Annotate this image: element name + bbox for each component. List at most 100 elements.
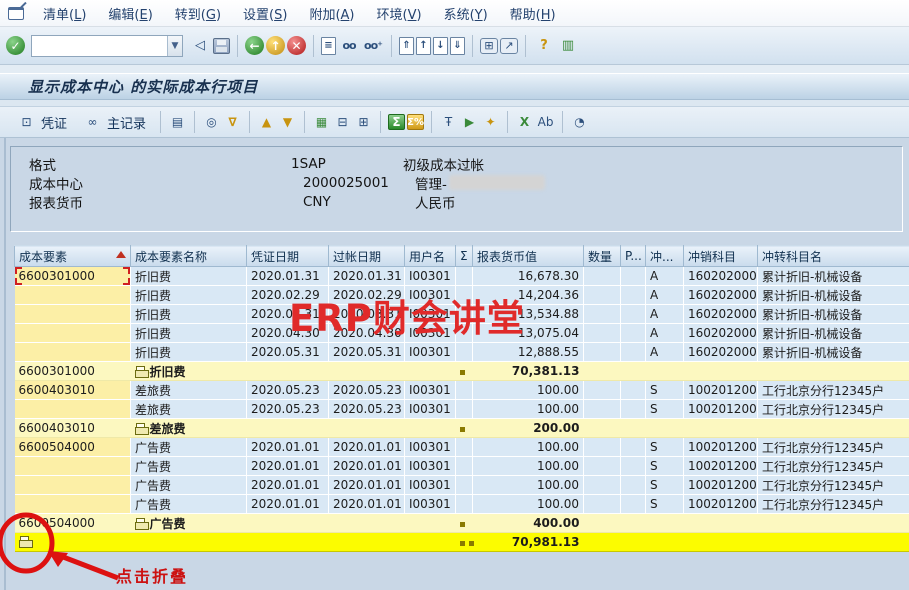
posting-date-cell[interactable]: 2020.01.31 xyxy=(329,267,405,286)
value-cell[interactable]: 100.00 xyxy=(473,400,584,419)
cost-element-name-cell[interactable]: 广告费 xyxy=(131,476,247,495)
cost-element-name-cell[interactable]: 差旅费 xyxy=(131,400,247,419)
command-input[interactable] xyxy=(32,38,167,54)
cost-element-cell[interactable] xyxy=(15,400,131,419)
column-header-0[interactable]: 成本要素 xyxy=(15,246,131,267)
doc-date-cell[interactable]: 2020.01.31 xyxy=(247,267,329,286)
quantity-cell[interactable] xyxy=(584,286,621,305)
sigma-cell[interactable] xyxy=(456,438,473,457)
sigma-cell[interactable] xyxy=(456,343,473,362)
offset-account-cell[interactable]: 1002012002 xyxy=(684,476,758,495)
quantity-cell[interactable] xyxy=(584,400,621,419)
offset-flag-cell[interactable]: S xyxy=(646,381,684,400)
posting-date-cell[interactable]: 2020.05.31 xyxy=(329,343,405,362)
sigma-cell[interactable] xyxy=(456,457,473,476)
p-cell[interactable] xyxy=(621,381,646,400)
last-page-icon[interactable]: ⇓ xyxy=(450,37,465,55)
save-icon[interactable] xyxy=(213,38,230,54)
offset-account-cell[interactable]: 1602020000 xyxy=(684,305,758,324)
cost-element-cell[interactable]: 6600403010 xyxy=(15,419,131,438)
offset-account-name-cell[interactable]: 累计折旧-机械设备 xyxy=(758,305,909,324)
cost-element-name-cell[interactable]: 折旧费 xyxy=(131,305,247,324)
column-header-9[interactable]: 冲... xyxy=(646,246,684,267)
quantity-cell[interactable] xyxy=(584,305,621,324)
posting-date-cell[interactable]: 2020.01.01 xyxy=(329,438,405,457)
sigma-cell[interactable] xyxy=(456,400,473,419)
offset-flag-cell[interactable]: A xyxy=(646,286,684,305)
cost-element-name-cell[interactable]: 广告费 xyxy=(131,438,247,457)
offset-flag-cell[interactable]: S xyxy=(646,438,684,457)
sigma-cell[interactable] xyxy=(456,495,473,514)
offset-account-cell[interactable]: 1002012002 xyxy=(684,381,758,400)
excel-export-icon[interactable]: X xyxy=(515,113,534,131)
quantity-cell[interactable] xyxy=(584,267,621,286)
cost-element-name-cell[interactable]: 差旅费 xyxy=(131,381,247,400)
cancel-icon[interactable]: ✕ xyxy=(287,36,306,55)
user-cell[interactable]: I00301 xyxy=(405,457,456,476)
posting-date-cell[interactable]: 2020.01.01 xyxy=(329,495,405,514)
offset-flag-cell[interactable]: A xyxy=(646,267,684,286)
back-icon[interactable]: ← xyxy=(245,36,264,55)
menu-item-3[interactable]: 设置(S) xyxy=(232,1,298,26)
offset-flag-cell[interactable]: A xyxy=(646,343,684,362)
offset-account-name-cell[interactable]: 累计折旧-机械设备 xyxy=(758,267,909,286)
page-down-icon[interactable]: ↓ xyxy=(433,37,448,55)
export-icon[interactable]: ▶ xyxy=(460,113,479,131)
subtotal-name-cell[interactable]: 折旧费 xyxy=(131,362,247,381)
offset-account-cell[interactable]: 1002012002 xyxy=(684,495,758,514)
word-processing-icon[interactable]: Ab xyxy=(536,113,555,131)
user-cell[interactable]: I00301 xyxy=(405,476,456,495)
doc-date-cell[interactable]: 2020.01.01 xyxy=(247,476,329,495)
detail-icon[interactable]: ▤ xyxy=(168,113,187,131)
cost-element-name-cell[interactable]: 折旧费 xyxy=(131,343,247,362)
user-cell[interactable]: I00301 xyxy=(405,438,456,457)
cost-element-cell[interactable] xyxy=(15,286,131,305)
value-cell[interactable]: 100.00 xyxy=(473,381,584,400)
p-cell[interactable] xyxy=(621,343,646,362)
column-header-10[interactable]: 冲销科目 xyxy=(684,246,758,267)
create-session-icon[interactable]: ⊞ xyxy=(480,38,498,54)
value-cell[interactable]: 100.00 xyxy=(473,495,584,514)
column-header-3[interactable]: 过帐日期 xyxy=(329,246,405,267)
column-header-11[interactable]: 冲转科目名 xyxy=(758,246,909,267)
offset-flag-cell[interactable]: A xyxy=(646,305,684,324)
user-cell[interactable]: I00301 xyxy=(405,495,456,514)
filter-criteria-icon[interactable]: Ŧ xyxy=(439,113,458,131)
collapse-icon[interactable] xyxy=(135,423,148,435)
posting-date-cell[interactable]: 2020.05.23 xyxy=(329,400,405,419)
value-cell[interactable]: 16,678.30 xyxy=(473,267,584,286)
cost-element-cell[interactable]: 6600504000 xyxy=(15,438,131,457)
cost-element-name-cell[interactable]: 折旧费 xyxy=(131,286,247,305)
sort-descending-icon[interactable]: ▼ xyxy=(278,113,297,131)
column-header-7[interactable]: 数量 xyxy=(584,246,621,267)
offset-account-name-cell[interactable]: 工行北京分行12345户 xyxy=(758,381,909,400)
subtotal-icon[interactable]: Σ% xyxy=(407,114,424,130)
print-icon[interactable]: ≡ xyxy=(321,37,336,55)
user-cell[interactable]: I00301 xyxy=(405,381,456,400)
p-cell[interactable] xyxy=(621,495,646,514)
find-next-icon[interactable]: oo⁺ xyxy=(362,35,384,57)
offset-account-cell[interactable]: 1602020000 xyxy=(684,286,758,305)
menu-item-4[interactable]: 附加(A) xyxy=(298,1,365,26)
menu-item-7[interactable]: 帮助(H) xyxy=(499,1,567,26)
quantity-cell[interactable] xyxy=(584,324,621,343)
offset-account-cell[interactable]: 1602020000 xyxy=(684,324,758,343)
cost-element-cell[interactable] xyxy=(15,343,131,362)
cost-element-name-cell[interactable]: 折旧费 xyxy=(131,324,247,343)
offset-account-cell[interactable]: 1602020000 xyxy=(684,343,758,362)
offset-account-name-cell[interactable]: 工行北京分行12345户 xyxy=(758,438,909,457)
doc-date-cell[interactable]: 2020.01.01 xyxy=(247,438,329,457)
p-cell[interactable] xyxy=(621,267,646,286)
sort-ascending-icon[interactable]: ▲ xyxy=(257,113,276,131)
cost-element-cell[interactable] xyxy=(15,457,131,476)
offset-flag-cell[interactable]: S xyxy=(646,457,684,476)
create-shortcut-icon[interactable]: ↗ xyxy=(500,38,518,54)
document-button[interactable]: ⊡凭证 xyxy=(10,111,74,134)
p-cell[interactable] xyxy=(621,400,646,419)
quantity-cell[interactable] xyxy=(584,343,621,362)
menu-item-2[interactable]: 转到(G) xyxy=(164,1,232,26)
value-cell[interactable]: 100.00 xyxy=(473,457,584,476)
cost-element-name-cell[interactable]: 折旧费 xyxy=(131,267,247,286)
subtotal-name-cell[interactable]: 差旅费 xyxy=(131,419,247,438)
column-header-4[interactable]: 用户名 xyxy=(405,246,456,267)
